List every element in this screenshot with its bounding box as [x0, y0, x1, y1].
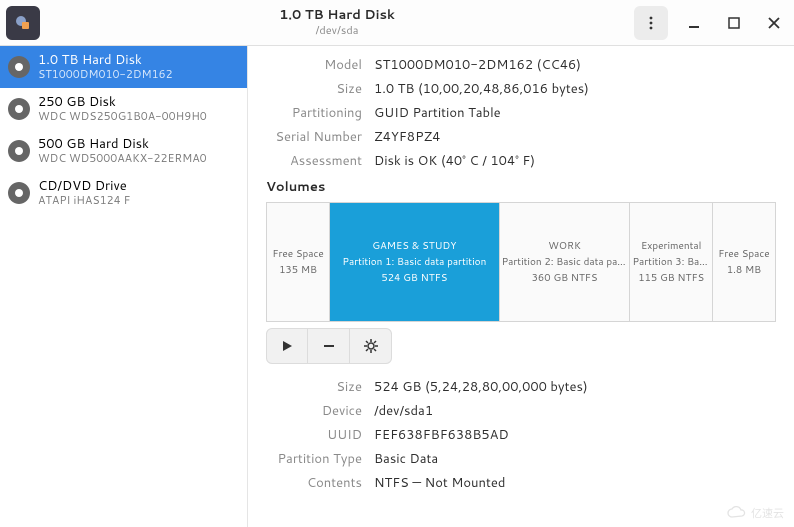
volume-partition: Partition 3: Basic ...: [632, 255, 709, 269]
volume-segment[interactable]: GAMES & STUDY Partition 1: Basic data par…: [330, 203, 500, 321]
kv-value: GUID Partition Table: [374, 104, 501, 122]
remove-button[interactable]: [308, 328, 350, 364]
volume-name: WORK: [548, 239, 581, 253]
sidebar-disk-item[interactable]: CD/DVD DriveATAPI iHAS124 F: [0, 172, 247, 214]
disk-icon: [8, 140, 30, 162]
kv-label: Contents: [266, 474, 362, 492]
disk-title: 1.0 TB Hard Disk: [38, 52, 173, 68]
kv-serial: Serial Number Z4YF8PZ4: [266, 128, 776, 146]
kv-value: Disk is OK (40° C / 104° F): [374, 152, 535, 170]
disk-title: CD/DVD Drive: [38, 178, 130, 194]
titlebar-center: 1.0 TB Hard Disk /dev/sda: [40, 8, 634, 37]
kv-value: FEF638FBF638B5AD: [374, 426, 509, 444]
volume-size: 115 GB NTFS: [638, 271, 704, 285]
kv-label: Device: [266, 402, 362, 420]
volume-segment[interactable]: Free Space 135 MB: [267, 203, 330, 321]
kv-device: Device/dev/sda1: [266, 402, 776, 420]
volume-segment[interactable]: Experimental Partition 3: Basic ... 115 GB…: [630, 203, 712, 321]
kv-label: Size: [266, 80, 362, 98]
volume-size: 135 MB: [279, 263, 317, 277]
kv-label: Model: [266, 56, 362, 74]
kv-value: /dev/sda1: [374, 402, 433, 420]
close-button[interactable]: [760, 9, 788, 37]
kv-psize: Size 524 GB (5,24,28,80,00,000 bytes): [266, 378, 776, 396]
kv-model: Model ST1000DM010-2DM162 (CC46): [266, 56, 776, 74]
kv-assessment: Assessment Disk is OK (40° C / 104° F): [266, 152, 776, 170]
disk-text: 1.0 TB Hard DiskST1000DM010-2DM162: [38, 52, 173, 82]
watermark: 亿速云: [727, 505, 784, 521]
window-subtitle: /dev/sda: [315, 24, 358, 37]
kv-label: UUID: [266, 426, 362, 444]
disk-sub: ATAPI iHAS124 F: [38, 194, 130, 208]
disk-title: 500 GB Hard Disk: [38, 136, 207, 152]
cloud-icon: [727, 506, 747, 520]
kv-label: Size: [266, 378, 362, 396]
mount-button[interactable]: [266, 328, 308, 364]
volume-segment[interactable]: Free Space 1.8 MB: [713, 203, 775, 321]
volume-name: GAMES & STUDY: [372, 239, 456, 253]
volume-size: 524 GB NTFS: [381, 271, 447, 285]
disk-title: 250 GB Disk: [38, 94, 207, 110]
gear-icon: [364, 339, 378, 353]
content: Model ST1000DM010-2DM162 (CC46) Size 1.0 T…: [248, 46, 794, 527]
disk-text: CD/DVD DriveATAPI iHAS124 F: [38, 178, 130, 208]
kv-label: Partitioning: [266, 104, 362, 122]
volume-partition: Partition 1: Basic data partition: [342, 255, 486, 269]
kv-label: Partition Type: [266, 450, 362, 468]
settings-button[interactable]: [350, 328, 392, 364]
kv-ptype: Partition Type Basic Data: [266, 450, 776, 468]
play-icon: [280, 339, 294, 353]
volume-size: 360 GB NTFS: [532, 271, 598, 285]
sidebar-disk-item[interactable]: 250 GB DiskWDC WDS250G1B0A-00H9H0: [0, 88, 247, 130]
kv-partitioning: Partitioning GUID Partition Table: [266, 104, 776, 122]
volume-segment[interactable]: WORK Partition 2: Basic data partition 360…: [500, 203, 631, 321]
kv-label: Assessment: [266, 152, 362, 170]
maximize-icon: [728, 17, 740, 29]
app-menu-button[interactable]: [6, 6, 40, 40]
kv-contents: Contents NTFS — Not Mounted: [266, 474, 776, 492]
titlebar-right: [634, 6, 788, 40]
kv-value: 1.0 TB (10,00,20,48,86,016 bytes): [374, 80, 589, 98]
kv-value: ST1000DM010-2DM162 (CC46): [374, 56, 581, 74]
menu-button[interactable]: [634, 6, 668, 40]
kv-label: Serial Number: [266, 128, 362, 146]
disk-text: 250 GB DiskWDC WDS250G1B0A-00H9H0: [38, 94, 207, 124]
volume-name: Experimental: [641, 239, 701, 253]
close-icon: [768, 17, 780, 29]
maximize-button[interactable]: [720, 9, 748, 37]
volume-partition: Partition 2: Basic data partition: [502, 255, 628, 269]
main: 1.0 TB Hard DiskST1000DM010-2DM162 250 GB…: [0, 46, 794, 527]
kv-value: 524 GB (5,24,28,80,00,000 bytes): [374, 378, 588, 396]
minimize-icon: [688, 17, 700, 29]
kebab-icon: [644, 16, 658, 30]
volume-name: Free Space: [718, 247, 769, 261]
disk-sub: WDC WDS250G1B0A-00H9H0: [38, 110, 207, 124]
sidebar-disk-item[interactable]: 500 GB Hard DiskWDC WD5000AAKX-22ERMA0: [0, 130, 247, 172]
kv-value: Basic Data: [374, 450, 438, 468]
disks-icon: [15, 15, 31, 31]
disk-sub: WDC WD5000AAKX-22ERMA0: [38, 152, 207, 166]
kv-value: Z4YF8PZ4: [374, 128, 440, 146]
disk-icon: [8, 56, 30, 78]
minimize-button[interactable]: [680, 9, 708, 37]
volume-size: 1.8 MB: [727, 263, 761, 277]
kv-size: Size 1.0 TB (10,00,20,48,86,016 bytes): [266, 80, 776, 98]
volumes-heading: Volumes: [266, 178, 776, 196]
partition-details: Size 524 GB (5,24,28,80,00,000 bytes) Dev…: [266, 378, 776, 492]
titlebar-left: [6, 6, 40, 40]
disk-icon: [8, 98, 30, 120]
minus-icon: [322, 339, 336, 353]
disk-text: 500 GB Hard DiskWDC WD5000AAKX-22ERMA0: [38, 136, 207, 166]
disk-sub: ST1000DM010-2DM162: [38, 68, 173, 82]
sidebar: 1.0 TB Hard DiskST1000DM010-2DM162 250 GB…: [0, 46, 248, 527]
disk-icon: [8, 182, 30, 204]
volume-map: Free Space 135 MB GAMES & STUDY Partition 1…: [266, 202, 776, 322]
sidebar-disk-item[interactable]: 1.0 TB Hard DiskST1000DM010-2DM162: [0, 46, 247, 88]
kv-uuid: UUID FEF638FBF638B5AD: [266, 426, 776, 444]
watermark-text: 亿速云: [751, 505, 784, 521]
titlebar: 1.0 TB Hard Disk /dev/sda: [0, 0, 794, 46]
volume-toolbar: [266, 328, 776, 364]
volume-name: Free Space: [272, 247, 323, 261]
kv-value: NTFS — Not Mounted: [374, 474, 505, 492]
